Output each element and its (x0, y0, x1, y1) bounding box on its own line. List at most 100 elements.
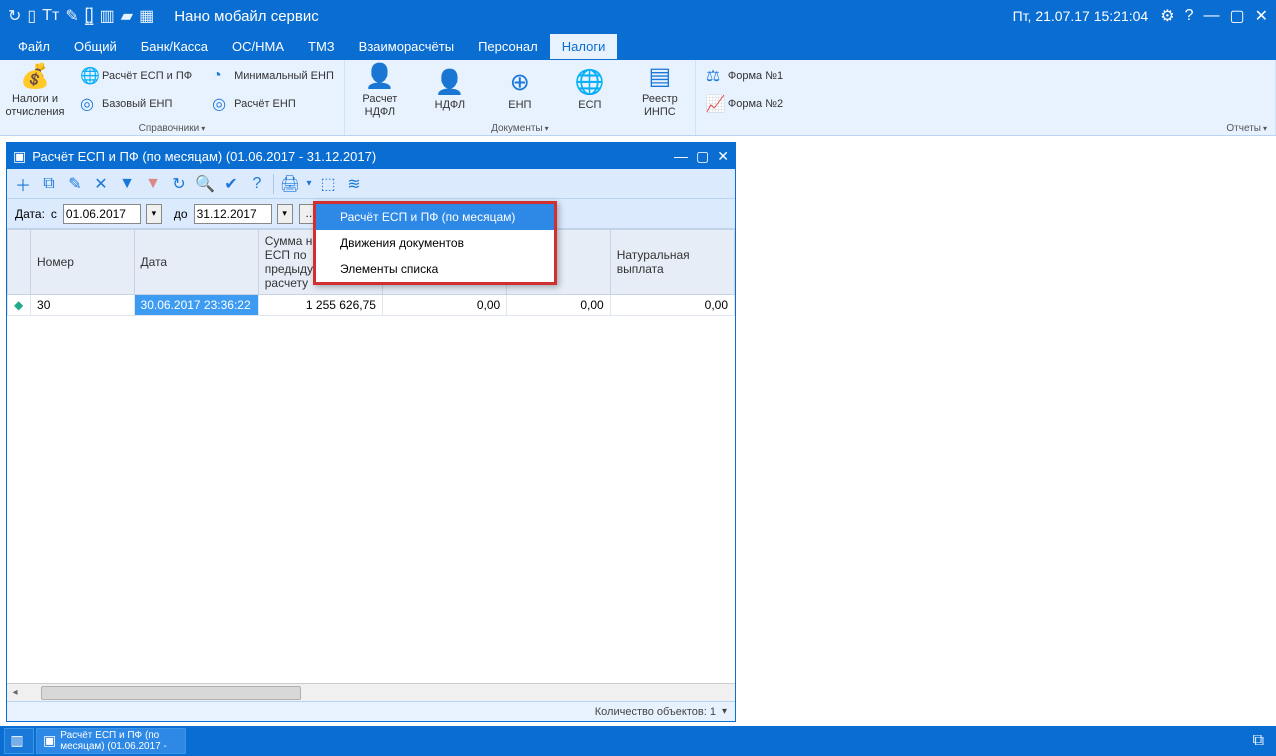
table-row[interactable]: ◆ 30 30.06.2017 23:36:22 1 255 626,75 0,… (8, 295, 735, 316)
btn-reestr-inps[interactable]: ▤ Реестр ИНПС (625, 60, 695, 121)
app-title: Нано мобайл сервис (174, 8, 1012, 25)
btn-enp[interactable]: ⊕ ЕНП (485, 60, 555, 121)
btn-form1[interactable]: ⚖ Форма №1 (700, 62, 1271, 90)
maximize-icon[interactable]: ▢ (696, 148, 709, 165)
ribbon-group-reports: ⚖ Форма №1 📈 Форма №2 Отчеты (696, 60, 1276, 135)
ctx-esp-pf-months[interactable]: Расчёт ЕСП и ПФ (по месяцам) (316, 204, 554, 230)
menu-file[interactable]: Файл (6, 34, 62, 59)
btn-calc-enp[interactable]: ◎ Расчёт ЕНП (206, 90, 340, 118)
taskbar-home-button[interactable]: ▥ (4, 728, 34, 754)
btn-esp-pf[interactable]: 🌐 Расчёт ЕСП и ПФ (74, 62, 198, 90)
date-to-dropdown[interactable]: ▾ (277, 204, 293, 224)
person-icon: 👤 (365, 62, 395, 91)
ribbon-label-docs[interactable]: Документы (345, 122, 695, 135)
list-icon: ▤ (649, 62, 672, 91)
window-icon: ▣ (43, 733, 56, 748)
statusbar-dropdown-icon[interactable]: ▾ (722, 706, 727, 717)
search-icon[interactable]: 🔍 (193, 172, 217, 196)
cell-c1: 1 255 626,75 (258, 295, 382, 316)
cell-c2: 0,00 (382, 295, 506, 316)
btn-min-enp[interactable]: ◔ Минимальный ЕНП (206, 62, 340, 90)
delete-icon[interactable]: ✕ (89, 172, 113, 196)
t-icon[interactable]: Тт (42, 7, 59, 25)
to-label: до (174, 207, 188, 221)
menu-bank[interactable]: Банк/Касса (129, 34, 220, 59)
subwindow-titlebar[interactable]: ▣ Расчёт ЕСП и ПФ (по месяцам) (01.06.20… (7, 143, 735, 169)
add-icon[interactable]: ＋ (11, 172, 35, 196)
col-date[interactable]: Дата (134, 230, 258, 295)
menu-personnel[interactable]: Персонал (466, 34, 550, 59)
horizontal-scrollbar[interactable]: ◂ (7, 683, 735, 701)
ribbon-group-docs: 👤 Расчет НДФЛ 👤 НДФЛ ⊕ ЕНП 🌐 ЕСП ▤ Реест… (345, 60, 696, 135)
menubar: Файл Общий Банк/Касса ОС/НМА ТМЗ Взаимор… (0, 32, 1276, 60)
ctx-doc-movements[interactable]: Движения документов (316, 230, 554, 256)
help-icon[interactable]: ? (245, 172, 269, 196)
menu-settlements[interactable]: Взаиморасчёты (347, 34, 466, 59)
refresh-icon[interactable]: ↻ (8, 6, 21, 26)
print-dropdown-icon[interactable]: ▾ (304, 172, 314, 196)
copy-icon[interactable]: ⧉ (37, 172, 61, 196)
ribbon-group-refs: 💰 Налоги и отчисления 🌐 Расчёт ЕСП и ПФ … (0, 60, 345, 135)
date-label: Дата: (15, 207, 45, 221)
pen-icon[interactable]: ✎ (65, 6, 78, 26)
btn-calc-ndfl[interactable]: 👤 Расчет НДФЛ (345, 60, 415, 121)
scroll-left-icon[interactable]: ◂ (7, 685, 23, 701)
minimize-icon[interactable]: — (674, 148, 688, 165)
col-natural[interactable]: Натуральная выплата (610, 230, 734, 295)
filter-icon[interactable]: ▼ (115, 172, 139, 196)
close-icon[interactable]: ✕ (1255, 6, 1268, 26)
book-icon[interactable]: ▰ (121, 6, 133, 26)
doc-icon[interactable]: ▯ (27, 6, 36, 26)
minimize-icon[interactable]: — (1203, 7, 1219, 25)
coins-icon: 💰 (20, 62, 50, 91)
date-from-dropdown[interactable]: ▾ (146, 204, 162, 224)
home-icon: ▥ (10, 733, 23, 748)
target-icon: ◎ (212, 94, 234, 114)
taskbar-cascade-icon[interactable]: ⧉ (1245, 732, 1272, 750)
settings-icon[interactable]: ⚙ (1160, 6, 1174, 26)
brackets-icon[interactable]: ⦋⦌ (85, 7, 94, 25)
btn-esp[interactable]: 🌐 ЕСП (555, 60, 625, 121)
menu-common[interactable]: Общий (62, 34, 129, 59)
btn-taxes-deductions[interactable]: 💰 Налоги и отчисления (0, 60, 70, 121)
btn-form2[interactable]: 📈 Форма №2 (700, 90, 1271, 118)
grid-icon[interactable]: ▦ (139, 6, 154, 26)
edit-icon[interactable]: ✎ (63, 172, 87, 196)
btn-ndfl[interactable]: 👤 НДФЛ (415, 60, 485, 121)
maximize-icon[interactable]: ▢ (1229, 6, 1244, 26)
print-icon[interactable]: 🖨 (278, 172, 302, 196)
from-label: с (51, 207, 57, 221)
close-icon[interactable]: ✕ (717, 148, 729, 165)
statusbar: Количество объектов: 1 ▾ (7, 701, 735, 721)
col-icon[interactable] (8, 230, 31, 295)
export-icon[interactable]: ⬚ (316, 172, 340, 196)
date-to-input[interactable] (194, 204, 272, 224)
ctx-list-elements[interactable]: Элементы списка (316, 256, 554, 282)
scales-icon: ⚖ (706, 66, 728, 86)
subwindow-title: Расчёт ЕСП и ПФ (по месяцам) (01.06.2017… (32, 149, 674, 164)
pie-icon: ◔ (212, 67, 234, 85)
columns-icon[interactable]: ▥ (100, 6, 115, 26)
refresh-icon[interactable]: ↻ (167, 172, 191, 196)
globe-icon: 🌐 (575, 68, 605, 97)
menu-tmz[interactable]: ТМЗ (296, 34, 347, 59)
date-from-input[interactable] (63, 204, 141, 224)
subwindow-esp-pf: ▣ Расчёт ЕСП и ПФ (по месяцам) (01.06.20… (6, 142, 736, 722)
subwindow-toolbar: ＋ ⧉ ✎ ✕ ▼ ▼ ↻ 🔍 ✔ ? 🖨 ▾ ⬚ ≋ (7, 169, 735, 199)
scroll-thumb[interactable] (41, 686, 301, 700)
cell-c4: 0,00 (610, 295, 734, 316)
btn-base-enp[interactable]: ◎ Базовый ЕНП (74, 90, 198, 118)
check-icon[interactable]: ✔ (219, 172, 243, 196)
filter-clear-icon[interactable]: ▼ (141, 172, 165, 196)
cell-number: 30 (31, 295, 135, 316)
person-icon: 👤 (435, 68, 465, 97)
menu-taxes[interactable]: Налоги (550, 34, 618, 59)
col-number[interactable]: Номер (31, 230, 135, 295)
help-icon[interactable]: ? (1185, 7, 1194, 25)
db-icon[interactable]: ≋ (342, 172, 366, 196)
ribbon-label-reports[interactable]: Отчеты (696, 122, 1275, 135)
taskbar-window-button[interactable]: ▣ Расчёт ЕСП и ПФ (по месяцам) (01.06.20… (36, 728, 186, 754)
menu-os[interactable]: ОС/НМА (220, 34, 296, 59)
window-controls: ⚙ ? — ▢ ✕ (1160, 6, 1268, 26)
ribbon-label-refs[interactable]: Справочники (0, 122, 344, 135)
